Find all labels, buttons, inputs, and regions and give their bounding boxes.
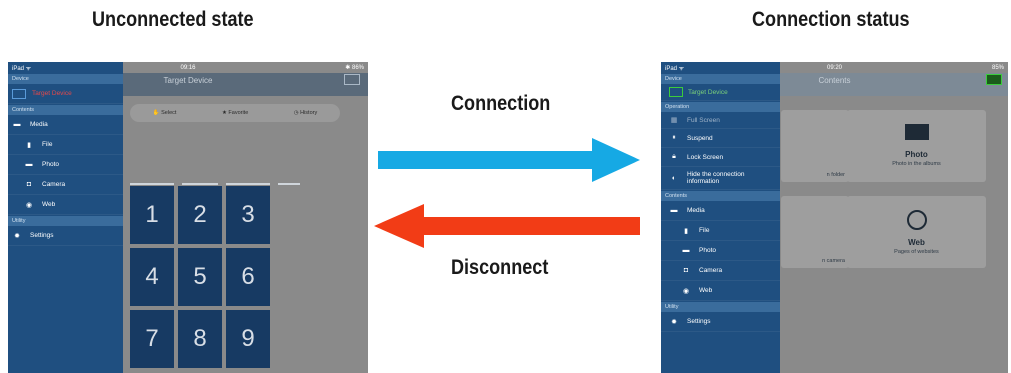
key-7[interactable]: 7 <box>130 310 174 368</box>
sidebar-item-web[interactable]: ◉ Web <box>661 281 780 301</box>
sidebar-item-photo[interactable]: ▬ Photo <box>661 241 780 261</box>
key-1[interactable]: 1 <box>130 186 174 244</box>
heading-unconnected: Unconnected state <box>92 8 254 31</box>
card-sub: n camera <box>822 258 845 264</box>
section-device: Device <box>8 74 123 84</box>
globe-icon: ◉ <box>682 287 690 295</box>
card-title: Web <box>908 238 925 247</box>
carrier-text: iPad ᯤ <box>665 65 685 72</box>
card-sub: Photo in the albums <box>892 161 941 167</box>
sidebar-item-suspend[interactable]: ⏸ Suspend <box>661 129 780 148</box>
disconnect-arrow-left <box>374 204 640 248</box>
battery-text: ✱ 86% <box>345 65 364 71</box>
section-contents: Contents <box>661 191 780 201</box>
sidebar-item-file[interactable]: ▮ File <box>661 221 780 241</box>
section-device: Device <box>661 74 780 84</box>
sidebar-item-settings[interactable]: ✹ Settings <box>661 312 780 332</box>
sidebar-item-full-screen[interactable]: ▦ Full Screen <box>661 112 780 129</box>
device-frame-icon[interactable] <box>344 74 360 85</box>
nav-title: Contents <box>818 76 851 85</box>
key-strip <box>278 183 300 185</box>
connect-arrow-right <box>378 138 640 182</box>
device-frame-icon <box>12 88 26 99</box>
screen-connected: iPad ᯤ 09:20 85% Contents n folder Photo… <box>661 62 1008 373</box>
suspend-icon: ⏸ <box>672 134 676 141</box>
content-card-web[interactable]: Web Pages of websites <box>847 196 986 268</box>
sidebar-item-media[interactable]: ▬ Media <box>661 201 780 221</box>
gear-icon: ✹ <box>671 318 677 326</box>
card-sub: Pages of websites <box>894 249 939 255</box>
gear-icon: ✹ <box>14 232 20 240</box>
status-bar: iPad ᯤ 09:20 85% <box>661 62 1008 73</box>
sidebar-item-camera[interactable]: ◘ Camera <box>8 175 123 195</box>
sidebar-menu: Device Target Device Contents ▬ Media ▮ … <box>8 62 123 373</box>
card-sub: n folder <box>826 172 845 178</box>
content-card-photo[interactable]: Photo Photo in the albums <box>847 110 986 182</box>
key-9[interactable]: 9 <box>226 310 270 368</box>
key-6[interactable]: 6 <box>226 248 270 306</box>
sidebar-item-settings[interactable]: ✹ Settings <box>8 226 123 246</box>
heading-connected: Connection status <box>752 8 910 31</box>
key-8[interactable]: 8 <box>178 310 222 368</box>
sidebar-item-file[interactable]: ▮ File <box>8 135 123 155</box>
lock-icon: 🔒︎ <box>672 153 676 160</box>
key-3[interactable]: 3 <box>226 186 270 244</box>
status-bar: iPad ᯤ 09:16 ✱ 86% <box>8 62 368 73</box>
nav-title: Target Device <box>163 76 213 85</box>
sidebar-item-target-device[interactable]: Target Device <box>661 84 780 101</box>
connection-label: Connection <box>451 92 551 115</box>
photo-icon: ▬ <box>682 247 690 254</box>
photo-icon <box>904 124 929 140</box>
key-2[interactable]: 2 <box>178 186 222 244</box>
sidebar-item-media[interactable]: ▬ Media <box>8 115 123 135</box>
connected-device-icon[interactable] <box>986 74 1002 85</box>
camera-icon: ◘ <box>26 181 32 188</box>
photo-icon: ▬ <box>25 161 33 168</box>
sidebar-item-target-device[interactable]: Target Device <box>8 84 123 104</box>
key-strip <box>130 183 174 185</box>
section-utility: Utility <box>8 216 123 226</box>
segment-favorite[interactable]: ★ Favorite <box>222 110 248 116</box>
camera-icon: ◘ <box>683 267 689 274</box>
image-icon: ▬ <box>670 207 678 214</box>
hide-info-icon: ◐ <box>671 174 677 182</box>
section-contents: Contents <box>8 105 123 115</box>
sidebar-menu: Device Target Device Operation ▦ Full Sc… <box>661 62 780 373</box>
screen-unconnected: iPad ᯤ 09:16 ✱ 86% Target Device ✋ Selec… <box>8 62 368 373</box>
key-4[interactable]: 4 <box>130 248 174 306</box>
content-card-file[interactable]: n folder <box>781 110 849 182</box>
card-title: Photo <box>905 150 928 159</box>
clock-text: 09:16 <box>180 64 196 71</box>
section-operation: Operation <box>661 102 780 112</box>
key-strip <box>182 183 218 185</box>
file-icon: ▮ <box>684 227 688 235</box>
section-utility: Utility <box>661 302 780 312</box>
sidebar-item-photo[interactable]: ▬ Photo <box>8 155 123 175</box>
disconnect-label: Disconnect <box>451 256 549 279</box>
segment-history[interactable]: ◷ History <box>294 110 317 116</box>
full-screen-icon: ▦ <box>670 117 678 124</box>
carrier-text: iPad ᯤ <box>12 65 32 72</box>
sidebar-item-web[interactable]: ◉ Web <box>8 195 123 215</box>
content-card-camera[interactable]: n camera <box>781 196 849 268</box>
sidebar-item-hide-connection-info[interactable]: ◐ Hide the connection information <box>661 167 780 190</box>
key-strip <box>226 183 270 185</box>
image-icon: ▬ <box>13 121 21 128</box>
sidebar-item-camera[interactable]: ◘ Camera <box>661 261 780 281</box>
globe-icon <box>906 210 927 230</box>
key-5[interactable]: 5 <box>178 248 222 306</box>
sidebar-item-lock-screen[interactable]: 🔒︎ Lock Screen <box>661 148 780 167</box>
file-icon: ▮ <box>27 141 31 149</box>
battery-text: 85% <box>991 64 1004 71</box>
clock-text: 09:20 <box>826 64 842 71</box>
connected-device-icon <box>669 87 683 97</box>
segment-select[interactable]: ✋ Select <box>153 110 177 116</box>
globe-icon: ◉ <box>25 201 33 209</box>
segment-bar: ✋ Select ★ Favorite ◷ History <box>130 104 340 122</box>
